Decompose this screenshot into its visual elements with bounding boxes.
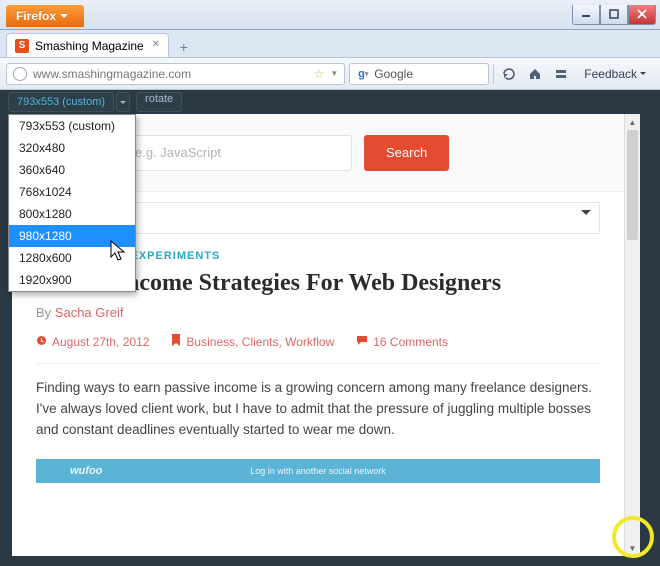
wufoo-banner[interactable]: wufoo Log in with another social network [36, 459, 600, 483]
reload-button[interactable] [498, 63, 520, 85]
preset-selected-label: 793x553 (custom) [17, 96, 105, 108]
chevron-down-icon [581, 210, 591, 220]
firefox-menu-button[interactable]: Firefox [6, 5, 84, 27]
scroll-up-icon[interactable]: ▲ [625, 114, 640, 130]
tabstrip: S Smashing Magazine ✕ + [0, 30, 660, 58]
article-byline: By Sacha Greif [36, 305, 600, 320]
article-comments[interactable]: 16 Comments [373, 335, 448, 349]
close-button[interactable] [628, 5, 656, 25]
site-search-placeholder: e.g. JavaScript [135, 145, 221, 160]
article-body: Finding ways to earn passive income is a… [36, 378, 600, 441]
preset-option[interactable]: 793x553 (custom) [9, 115, 135, 137]
rotate-label: rotate [145, 93, 173, 105]
author-link[interactable]: Sacha Greif [55, 305, 124, 320]
article-categories[interactable]: Business, Clients, Workflow [186, 335, 334, 349]
site-search-input[interactable]: e.g. JavaScript [122, 135, 352, 171]
site-search-button-label: Search [386, 145, 427, 160]
tab-close-icon[interactable]: ✕ [150, 39, 162, 51]
smashing-favicon: S [15, 39, 29, 53]
maximize-button[interactable] [600, 5, 628, 25]
comment-icon [356, 335, 368, 349]
home-button[interactable] [524, 63, 546, 85]
responsive-toolbar: 793x553 (custom) rotate [0, 90, 660, 114]
wufoo-text: Log in with another social network [250, 466, 386, 476]
url-input[interactable]: www.smashingmagazine.com ☆ ▼ [6, 63, 345, 85]
search-placeholder: Google [374, 67, 413, 81]
preset-dropdown-icon[interactable] [116, 92, 130, 112]
by-prefix: By [36, 305, 55, 320]
window-titlebar: Firefox [0, 0, 660, 30]
preset-selector[interactable]: 793x553 (custom) [8, 92, 114, 112]
preset-dropdown-menu: 793x553 (custom)320x480360x640768x102480… [8, 114, 136, 292]
tab-title: Smashing Magazine [35, 39, 144, 53]
preset-option[interactable]: 360x640 [9, 159, 135, 181]
window-controls [572, 5, 660, 25]
scroll-down-icon[interactable]: ▼ [625, 540, 640, 556]
browser-tab[interactable]: S Smashing Magazine ✕ [6, 33, 169, 57]
search-input[interactable]: g▾ Google [349, 63, 489, 85]
preset-option[interactable]: 800x1280 [9, 203, 135, 225]
bookmark-icon [171, 334, 181, 349]
scrollbar-thumb[interactable] [627, 130, 638, 240]
url-text: www.smashingmagazine.com [33, 67, 191, 81]
url-dropdown-icon[interactable]: ▼ [330, 69, 338, 78]
google-icon: g▾ [356, 67, 370, 81]
feedback-button[interactable]: Feedback [576, 67, 654, 81]
minimize-button[interactable] [572, 5, 600, 25]
responsive-design-view: 793x553 (custom) rotate 793x553 (custom)… [0, 90, 660, 566]
preset-option[interactable]: 1920x900 [9, 269, 135, 291]
preset-option[interactable]: 768x1024 [9, 181, 135, 203]
article-date: August 27th, 2012 [52, 335, 149, 349]
article-meta: August 27th, 2012 Business, Clients, Wor… [36, 334, 600, 364]
globe-icon [13, 67, 27, 81]
feedback-label: Feedback [584, 67, 637, 81]
navbar: www.smashingmagazine.com ☆ ▼ g▾ Google F… [0, 58, 660, 90]
bookmark-star-icon[interactable]: ☆ [314, 67, 325, 81]
site-search-button[interactable]: Search [364, 135, 449, 171]
new-tab-button[interactable]: + [173, 37, 195, 57]
bookmarks-button[interactable] [550, 63, 572, 85]
firefox-menu-label: Firefox [16, 9, 56, 23]
wufoo-brand: wufoo [70, 465, 102, 477]
rotate-button[interactable]: rotate [136, 92, 182, 112]
mouse-cursor-icon [110, 240, 130, 264]
viewport-scrollbar[interactable]: ▲ ▼ [624, 114, 640, 556]
preset-option[interactable]: 320x480 [9, 137, 135, 159]
clock-icon [36, 335, 47, 349]
